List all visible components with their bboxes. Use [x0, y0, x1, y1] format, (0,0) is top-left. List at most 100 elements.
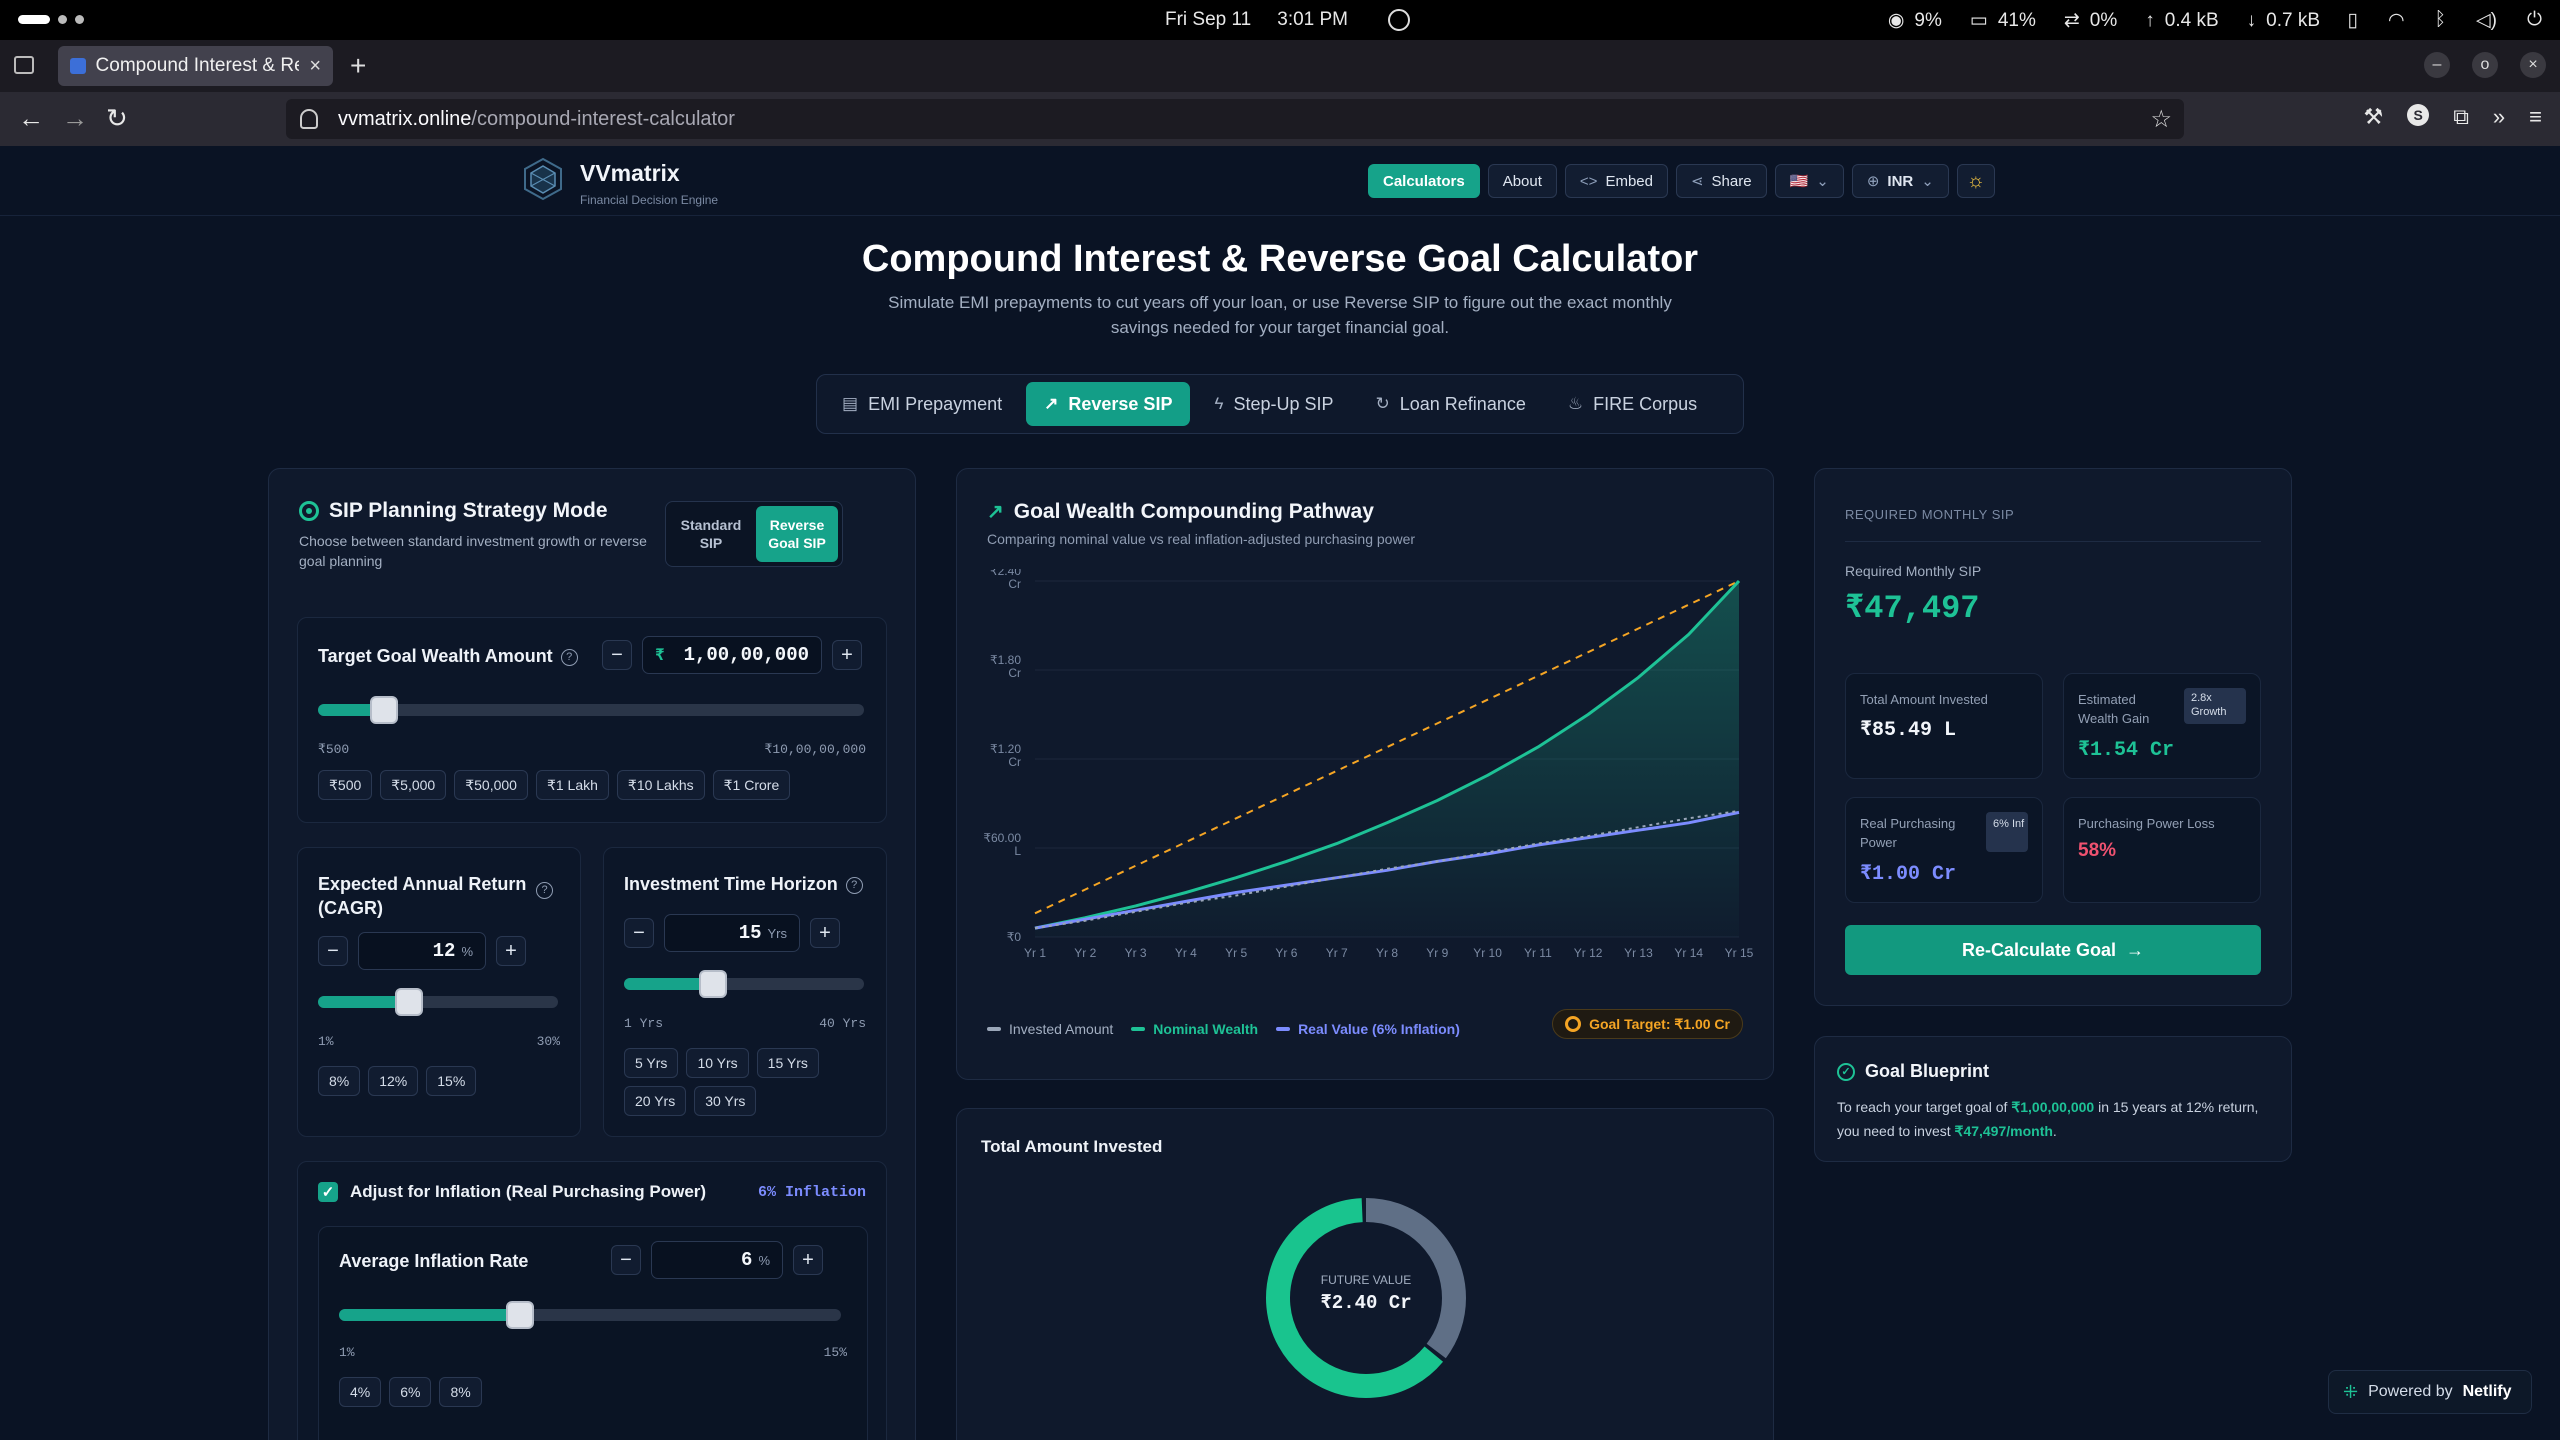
share-button[interactable]: ⋖ Share	[1675, 164, 1767, 198]
tab-loan-refinance[interactable]: ↻ Loan Refinance	[1358, 382, 1544, 426]
minimize-icon[interactable]: –	[2424, 52, 2450, 78]
calculators-button[interactable]: Calculators	[1368, 164, 1480, 198]
standard-sip-option[interactable]: Standard SIP	[670, 506, 752, 562]
x-tick-label: Yr 9	[1426, 946, 1448, 960]
close-window-icon[interactable]: ×	[2520, 52, 2546, 78]
inflation-slider[interactable]	[339, 1301, 841, 1329]
horizon-presets: 5 Yrs 10 Yrs 15 Yrs 20 Yrs 30 Yrs	[624, 1048, 844, 1116]
power-icon[interactable]: ⏻	[2527, 9, 2542, 32]
embed-button[interactable]: <> Embed	[1564, 164, 1668, 198]
wifi-icon[interactable]: ◠	[2388, 9, 2405, 32]
preset-chip[interactable]: 15 Yrs	[756, 1048, 819, 1078]
clipboard-icon[interactable]: ▯	[2348, 9, 2358, 32]
decrement-button[interactable]: −	[624, 918, 654, 948]
account-icon[interactable]: S	[2407, 104, 2430, 126]
language-select[interactable]: 🇺🇸 ⌄	[1774, 164, 1844, 198]
close-tab-icon[interactable]: ×	[309, 55, 321, 78]
clock[interactable]: Fri Sep 11 3:01 PM	[1165, 9, 1348, 31]
slider-thumb[interactable]	[369, 696, 398, 724]
x-tick-label: Yr 12	[1574, 946, 1603, 960]
slider-fill	[339, 1309, 520, 1321]
volume-icon[interactable]: ◁)	[2476, 9, 2497, 32]
decrement-button[interactable]: −	[318, 936, 348, 966]
tab-step-up-sip[interactable]: ϟ Step-Up SIP	[1196, 382, 1351, 426]
address-bar[interactable]: vvmatrix.online/compound-interest-calcul…	[286, 99, 2184, 139]
preset-chip[interactable]: 4%	[339, 1377, 382, 1407]
bookmark-star-icon[interactable]: ☆	[2150, 105, 2172, 134]
preset-chip[interactable]: 8%	[439, 1377, 482, 1407]
tab-fire-corpus[interactable]: ♨ FIRE Corpus	[1550, 382, 1715, 426]
slider-thumb[interactable]	[395, 988, 424, 1016]
preset-chip[interactable]: ₹5,000	[380, 770, 447, 800]
new-tab-icon[interactable]: +	[350, 50, 366, 82]
brand[interactable]: VVmatrix Financial Decision Engine	[580, 160, 718, 207]
theme-toggle-sun-icon[interactable]: ☼	[1956, 164, 1995, 198]
site-info-icon[interactable]	[300, 109, 318, 129]
help-icon[interactable]: ?	[560, 649, 578, 666]
preset-chip[interactable]: ₹500	[318, 770, 373, 800]
brand-logo[interactable]	[520, 156, 566, 202]
extensions-icon[interactable]: ⧉	[2453, 104, 2469, 130]
preset-chip[interactable]: 30 Yrs	[694, 1086, 757, 1116]
reverse-goal-sip-option[interactable]: Reverse Goal SIP	[756, 506, 838, 562]
legend-invested[interactable]: Invested Amount	[987, 1021, 1113, 1037]
recalculate-goal-button[interactable]: Re-Calculate Goal →	[1845, 925, 2261, 975]
inflation-toggle-label[interactable]: Adjust for Inflation (Real Purchasing Po…	[350, 1182, 706, 1202]
preset-chip[interactable]: 8%	[318, 1066, 361, 1096]
menu-icon[interactable]: ≡	[2529, 104, 2542, 130]
slider-max: 40 Yrs	[819, 1016, 866, 1031]
preset-chip[interactable]: 6%	[389, 1377, 432, 1407]
preset-chip[interactable]: ₹10 Lakhs	[616, 770, 705, 800]
netlify-badge[interactable]: ⁜ Powered by Netlify	[2328, 1370, 2532, 1414]
increment-button[interactable]: +	[496, 936, 526, 966]
decrement-button[interactable]: −	[611, 1245, 641, 1275]
goal-amount-input[interactable]: ₹1,00,00,000	[642, 636, 822, 674]
legend-real[interactable]: Real Value (6% Inflation)	[1276, 1021, 1460, 1037]
inflation-checkbox[interactable]: ✓	[318, 1182, 338, 1202]
about-button[interactable]: About	[1487, 164, 1557, 198]
preset-chip[interactable]: 5 Yrs	[624, 1048, 679, 1078]
inflation-rate-input[interactable]: 6%	[651, 1241, 783, 1279]
reload-icon[interactable]: ↻	[106, 104, 128, 132]
slider-thumb[interactable]	[698, 970, 727, 998]
tab-reverse-sip[interactable]: ↗ Reverse SIP	[1026, 382, 1191, 426]
wrench-icon[interactable]: ⚒	[2363, 104, 2383, 130]
preset-chip[interactable]: 20 Yrs	[624, 1086, 687, 1116]
horizon-slider[interactable]	[624, 970, 864, 998]
maximize-icon[interactable]: o	[2472, 52, 2498, 78]
browser-tab[interactable]: Compound Interest & Reverse Goal Calcula…	[58, 46, 333, 86]
tab-emi-prepayment[interactable]: ▤ EMI Prepayment	[824, 382, 1020, 426]
preset-chip[interactable]: 15%	[426, 1066, 477, 1096]
accessibility-icon[interactable]	[1388, 9, 1410, 31]
tab-overview-icon[interactable]	[14, 56, 34, 74]
goal-amount-slider[interactable]	[318, 696, 864, 724]
decrement-button[interactable]: −	[602, 640, 632, 670]
cagr-input[interactable]: 12%	[358, 932, 486, 970]
workspace-indicator[interactable]	[18, 15, 84, 24]
slider-thumb[interactable]	[505, 1301, 534, 1329]
increment-button[interactable]: +	[793, 1245, 823, 1275]
wealth-line-chart[interactable]: ₹0 ₹60.00 L ₹1.20 Cr ₹1.80 Cr ₹2.40 Cr Yr 1 Yr 2 Yr…	[977, 569, 1755, 989]
system-tray[interactable]: ▯ ◠ ᛒ ◁) ⏻	[2348, 9, 2542, 32]
forward-icon[interactable]: →	[62, 104, 88, 132]
code-icon: <>	[1579, 172, 1598, 190]
system-monitor[interactable]: ◉ 9% ▭ 41% ⇄ 0% ↑ 0.4 kB ↓ 0.7 kB	[1888, 9, 2320, 32]
help-icon[interactable]: ?	[536, 882, 553, 899]
help-icon[interactable]: ?	[845, 877, 863, 894]
increment-button[interactable]: +	[810, 918, 840, 948]
increment-button[interactable]: +	[832, 640, 862, 670]
preset-chip[interactable]: 10 Yrs	[686, 1048, 749, 1078]
legend-nominal[interactable]: Nominal Wealth	[1131, 1021, 1258, 1037]
preset-chip[interactable]: ₹1 Crore	[712, 770, 791, 800]
preset-chip[interactable]: ₹1 Lakh	[535, 770, 609, 800]
preset-chip[interactable]: ₹50,000	[454, 770, 528, 800]
currency-select[interactable]: ⊕ INR ⌄	[1851, 164, 1949, 198]
overflow-chevron-icon[interactable]: »	[2493, 104, 2505, 130]
back-icon[interactable]: ←	[18, 104, 44, 132]
slider-min: 1 Yrs	[624, 1016, 664, 1031]
bluetooth-icon[interactable]: ᛒ	[2435, 9, 2446, 32]
horizon-input[interactable]: 15 Yrs	[664, 914, 800, 952]
cagr-slider[interactable]	[318, 988, 558, 1016]
strategy-toggle: Standard SIP Reverse Goal SIP	[665, 501, 843, 567]
preset-chip[interactable]: 12%	[368, 1066, 419, 1096]
